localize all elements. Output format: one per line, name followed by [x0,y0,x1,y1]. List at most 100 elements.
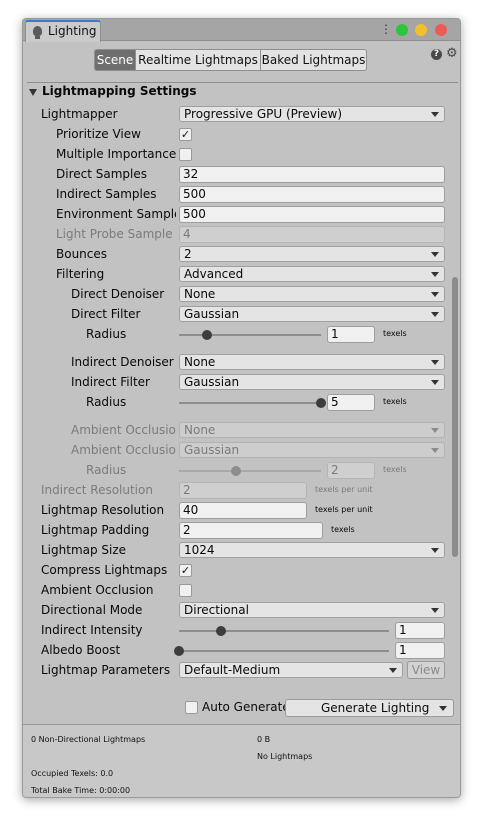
albedo-boost-slider-thumb[interactable] [174,646,184,656]
chevron-down-icon [431,312,439,317]
albedo-boost-label: Albedo Boost [41,643,121,657]
indirect-intensity-slider-thumb[interactable] [216,626,226,636]
ao-radius-track [179,470,321,472]
section-title: Lightmapping Settings [42,84,197,98]
auto-generate-checkbox[interactable] [185,701,198,714]
maximize-button[interactable] [396,24,408,36]
direct-filter-dropdown[interactable]: Gaussian [179,306,445,322]
indirect-resolution-unit: texels per unit [315,485,373,494]
occupied-texels-stat: Occupied Texels: 0.0 [31,769,114,778]
directional-mode-label: Directional Mode [41,603,143,617]
indirect-denoiser-label: Indirect Denoiser [71,355,174,369]
direct-radius-field[interactable]: 1 [327,326,375,343]
mis-checkbox[interactable] [179,148,192,161]
ao-radius-slider-thumb [230,466,241,476]
indirect-samples-label: Indirect Samples [56,187,157,201]
indirect-resolution-field: 2 [179,482,307,499]
indirect-denoiser-dropdown[interactable]: None [179,354,445,370]
ao-radius-unit: texels [383,465,407,474]
direct-samples-field[interactable]: 32 [179,166,445,183]
tab-baked-lightmaps[interactable]: Baked Lightmaps [261,49,367,71]
lightmap-resolution-field[interactable]: 40 [179,502,307,519]
direct-denoiser-label: Direct Denoiser [71,287,165,301]
environment-samples-field[interactable]: 500 [179,206,445,223]
chevron-down-icon [431,448,439,453]
lightmap-parameters-dropdown[interactable]: Default-Medium [179,662,403,678]
indirect-filter-dropdown[interactable]: Gaussian [179,374,445,390]
tab-title: Lighting [48,24,97,38]
indirect-radius-field[interactable]: 5 [327,394,375,411]
chevron-down-icon [389,668,397,673]
lightmap-padding-field[interactable]: 2 [179,522,323,539]
divider [27,82,458,83]
light-probe-label: Light Probe Sample Mu [56,227,176,241]
lighting-window: Lighting ⋮ Scene Realtime Lightmaps Bake… [22,18,461,798]
lightmap-size-stat: 0 B [257,735,271,744]
generate-lighting-button[interactable]: Generate Lighting [285,699,454,717]
direct-samples-label: Direct Samples [56,167,147,181]
minimize-button[interactable] [415,24,427,36]
indirect-intensity-track [179,630,389,632]
direct-radius-unit: texels [383,329,407,338]
direct-radius-label: Radius [86,327,127,341]
albedo-boost-field[interactable]: 1 [395,642,445,659]
direct-radius-track [179,334,321,336]
view-button[interactable]: View [407,661,445,679]
lightmap-size-label: Lightmap Size [41,543,127,557]
ao-filter-dropdown: Gaussian [179,442,445,458]
lightmapper-dropdown[interactable]: Progressive GPU (Preview) [179,106,445,122]
filtering-label: Filtering [56,267,105,281]
lightmap-padding-unit: texels [331,525,355,534]
indirect-intensity-field[interactable]: 1 [395,622,445,639]
lightmap-padding-label: Lightmap Padding [41,523,150,537]
chevron-down-icon [431,292,439,297]
ao-denoiser-dropdown: None [179,422,445,438]
chevron-down-icon [431,112,439,117]
tab-realtime-lightmaps[interactable]: Realtime Lightmaps [136,49,261,71]
lightmap-resolution-unit: texels per unit [315,505,373,514]
bounces-label: Bounces [56,247,108,261]
prioritize-view-label: Prioritize View [56,127,141,141]
direct-filter-label: Direct Filter [71,307,141,321]
lighting-tab[interactable]: Lighting [25,20,101,42]
ao-denoiser-label: Ambient Occlusion [71,423,176,437]
indirect-filter-label: Indirect Filter [71,375,150,389]
indirect-samples-field[interactable]: 500 [179,186,445,203]
tab-scene[interactable]: Scene [94,49,136,71]
chevron-down-icon [431,608,439,613]
indirect-resolution-label: Indirect Resolution [41,483,153,497]
ao-radius-field: 2 [327,462,375,479]
chevron-down-icon [431,252,439,257]
title-bar: Lighting ⋮ [23,19,460,42]
indirect-intensity-label: Indirect Intensity [41,623,143,637]
gear-icon[interactable]: ⚙ [446,46,458,61]
compress-lightmaps-checkbox[interactable]: ✓ [179,564,192,577]
foldout-arrow-icon[interactable] [29,89,37,96]
close-button[interactable] [435,24,447,36]
light-probe-field: 4 [179,226,445,243]
compress-lightmaps-label: Compress Lightmaps [41,563,168,577]
help-icon[interactable]: ? [431,49,442,60]
lightmap-size-dropdown[interactable]: 1024 [179,542,445,558]
directional-mode-dropdown[interactable]: Directional [179,602,445,618]
scrollbar[interactable] [452,277,458,557]
non-directional-count: 0 Non-Directional Lightmaps [31,735,146,744]
direct-denoiser-dropdown[interactable]: None [179,286,445,302]
filtering-dropdown[interactable]: Advanced [179,266,445,282]
ao-radius-label: Radius [86,463,127,477]
indirect-radius-label: Radius [86,395,127,409]
indirect-radius-slider-thumb[interactable] [316,398,326,408]
auto-generate-label: Auto Generate [202,700,290,714]
lightmapper-label: Lightmapper [41,107,118,121]
ambient-occlusion-checkbox[interactable] [179,584,192,597]
chevron-down-icon [431,380,439,385]
bounces-dropdown[interactable]: 2 [179,246,445,262]
stats-panel: 0 Non-Directional Lightmaps 0 B No Light… [23,724,460,797]
prioritize-view-checkbox[interactable]: ✓ [179,128,192,141]
chevron-down-icon [431,272,439,277]
direct-radius-slider-thumb[interactable] [202,330,213,340]
kebab-menu-icon[interactable]: ⋮ [380,22,392,36]
no-lightmaps-stat: No Lightmaps [257,752,313,761]
mis-label: Multiple Importance Sa [56,147,176,161]
chevron-down-icon [439,706,447,711]
